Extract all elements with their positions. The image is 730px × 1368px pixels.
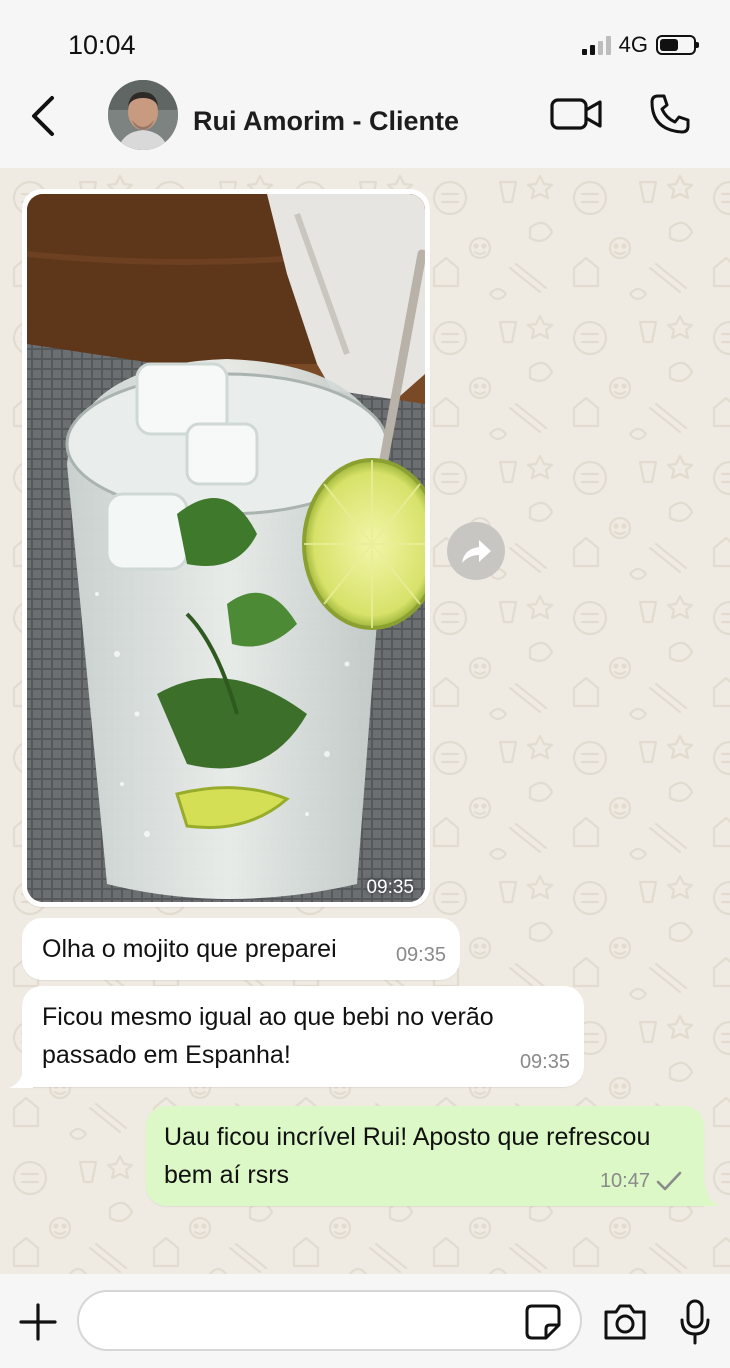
chat-area[interactable]: 09:35 Olha o mojito que preparei 09:35 F… [0, 168, 730, 1274]
plus-icon[interactable] [18, 1302, 58, 1342]
video-call-icon[interactable] [549, 94, 603, 134]
image-timestamp: 09:35 [366, 877, 414, 898]
message-meta: 10:47 [600, 1162, 682, 1200]
message-timestamp: 10:47 [599, 1170, 650, 1192]
chat-header: Rui Amorim - Cliente [0, 78, 730, 168]
message-input[interactable] [77, 1290, 582, 1351]
incoming-message[interactable]: Olha o mojito que preparei 09:35 [22, 918, 460, 980]
microphone-icon[interactable] [678, 1298, 712, 1346]
sent-check-icon [656, 1171, 682, 1191]
mojito-photo[interactable] [27, 194, 425, 902]
phone-call-icon[interactable] [648, 92, 692, 136]
input-bar [0, 1274, 730, 1368]
contact-name[interactable]: Rui Amorim - Cliente [193, 106, 459, 137]
avatar[interactable] [108, 80, 178, 150]
bubble-tail [696, 1186, 720, 1206]
incoming-message[interactable]: Ficou mesmo igual ao que bebi no verão p… [22, 986, 584, 1087]
message-timestamp: 09:35 [519, 1051, 570, 1073]
message-text: Uau ficou incrível Rui! Aposto que refre… [164, 1123, 651, 1189]
bubble-tail [9, 1068, 33, 1088]
network-type: 4G [618, 32, 648, 57]
status-indicators: 4G [581, 32, 699, 58]
message-text: Olha o mojito que preparei [42, 935, 337, 963]
status-bar: 10:04 4G [0, 0, 730, 78]
camera-icon[interactable] [602, 1302, 648, 1342]
sticker-icon[interactable] [524, 1303, 562, 1341]
forward-icon [462, 540, 491, 563]
back-chevron-icon[interactable] [24, 92, 64, 140]
image-message[interactable]: 09:35 [22, 189, 430, 907]
battery-icon [656, 35, 699, 55]
signal-icon [581, 35, 611, 55]
forward-button[interactable] [447, 522, 505, 580]
outgoing-message[interactable]: Uau ficou incrível Rui! Aposto que refre… [146, 1106, 704, 1206]
message-timestamp: 09:35 [395, 944, 446, 966]
status-time: 10:04 [68, 30, 136, 60]
message-text: Ficou mesmo igual ao que bebi no verão p… [42, 1003, 494, 1069]
